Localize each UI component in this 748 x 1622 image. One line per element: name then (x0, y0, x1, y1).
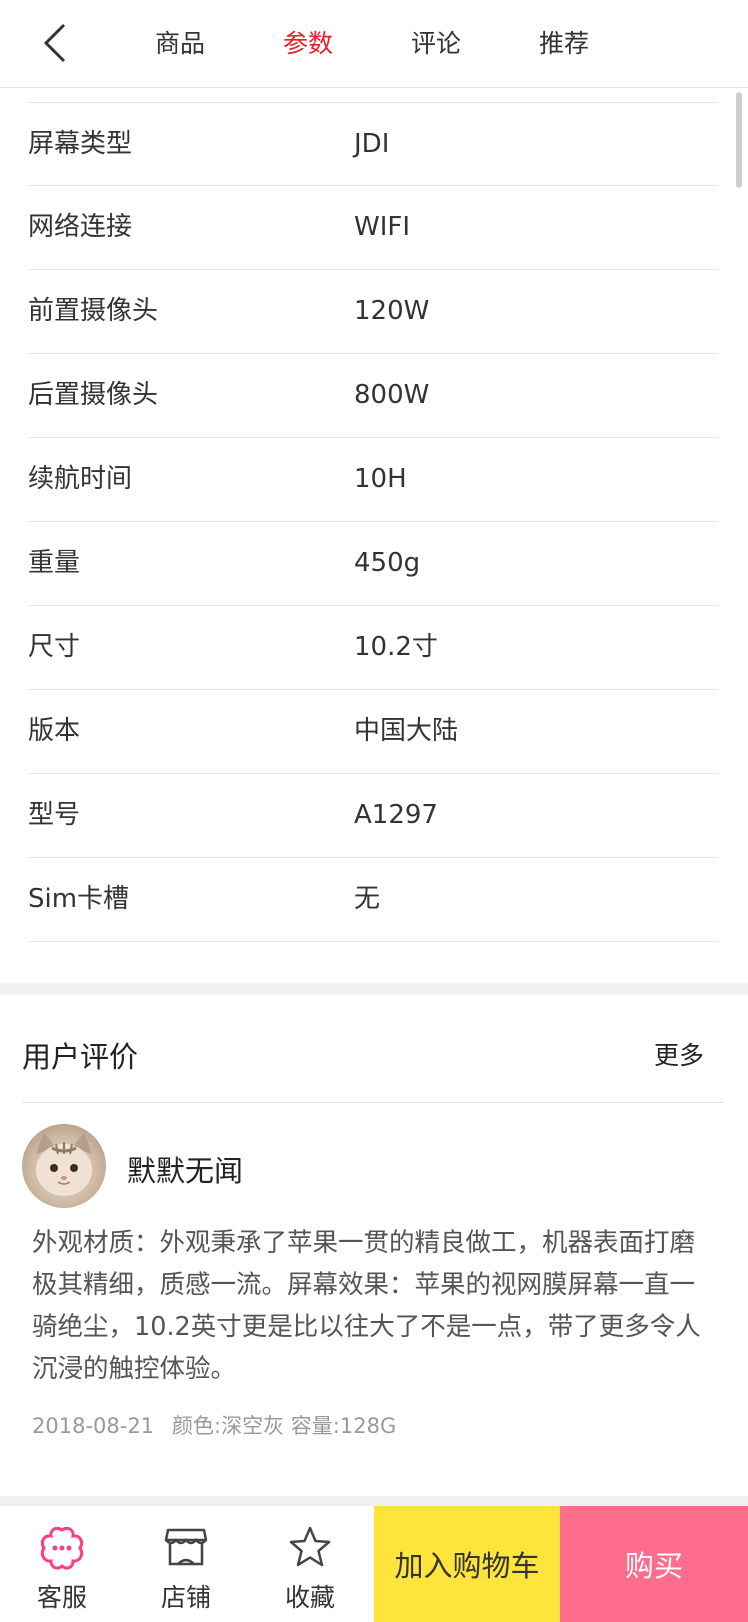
section-divider (0, 983, 748, 995)
param-key: Sim卡槽 (28, 884, 130, 914)
param-key: 网络连接 (28, 212, 133, 242)
param-key: 版本 (28, 716, 81, 746)
param-value: 800W (354, 380, 430, 410)
param-key: 屏幕类型 (28, 129, 133, 159)
shop-button[interactable]: 店铺 (124, 1506, 248, 1622)
param-row: 后置摄像头 800W (28, 354, 718, 438)
review-section-title: 用户评价 (22, 1040, 139, 1074)
param-row: 前置摄像头 120W (28, 270, 718, 354)
param-row: 尺寸 10.2寸 (28, 606, 718, 690)
param-value: 无 (354, 884, 381, 914)
param-value: 10H (354, 464, 407, 494)
param-value: 中国大陆 (354, 716, 459, 746)
cat-avatar-icon (36, 1132, 92, 1196)
avatar (22, 1124, 106, 1208)
review-spec: 颜色:深空灰 容量:128G (172, 1414, 397, 1438)
review-meta: 2018-08-21 颜色:深空灰 容量:128G (32, 1410, 414, 1440)
service-button[interactable]: 客服 (0, 1506, 124, 1622)
review-date: 2018-08-21 (32, 1414, 155, 1438)
scrollbar[interactable] (736, 92, 742, 188)
param-value: WIFI (354, 212, 410, 242)
param-row: 版本 中国大陆 (28, 690, 718, 774)
param-row: Sim卡槽 无 (28, 858, 718, 942)
favorite-label: 收藏 (284, 1583, 335, 1612)
section-divider (0, 1496, 748, 1506)
review-content: 外观材质：外观秉承了苹果一贯的精良做工，机器表面打磨极其精细，质感一流。屏幕效果… (32, 1228, 701, 1384)
param-row: 型号 A1297 (28, 774, 718, 858)
tab-comments[interactable]: 评论 (411, 0, 461, 88)
bottom-action-bar: 客服 店铺 收藏 加入购物车 购买 (0, 1506, 748, 1622)
tab-recommend[interactable]: 推荐 (539, 0, 589, 88)
tab-params[interactable]: 参数 (283, 0, 333, 88)
param-row: 屏幕类型 JDI (28, 102, 718, 186)
service-label: 客服 (36, 1583, 87, 1612)
shop-label: 店铺 (160, 1583, 211, 1612)
param-row: 网络连接 WIFI (28, 186, 718, 270)
review-divider (22, 1102, 724, 1103)
param-key: 前置摄像头 (28, 296, 159, 326)
param-key: 重量 (28, 548, 81, 578)
param-row: 续航时间 10H (28, 438, 718, 522)
tab-product[interactable]: 商品 (155, 0, 205, 88)
param-value: JDI (354, 129, 390, 159)
param-key: 续航时间 (28, 464, 133, 494)
param-value: 120W (354, 296, 430, 326)
param-value: A1297 (354, 800, 438, 830)
favorite-button[interactable]: 收藏 (248, 1506, 372, 1622)
top-nav-bar: 商品 参数 评论 推荐 (0, 0, 748, 88)
param-value: 10.2寸 (354, 632, 438, 662)
star-icon (289, 1526, 331, 1567)
more-reviews-link[interactable]: 更多 (654, 1036, 704, 1072)
tab-bar: 商品 参数 评论 推荐 (0, 0, 748, 88)
param-key: 尺寸 (28, 632, 81, 662)
buy-button[interactable]: 购买 (560, 1506, 748, 1622)
customer-service-icon (40, 1526, 84, 1570)
param-row: 重量 450g (28, 522, 718, 606)
param-key: 后置摄像头 (28, 380, 159, 410)
param-key: 型号 (28, 800, 81, 830)
review-header: 用户评价 更多 (22, 1012, 724, 1102)
param-value: 450g (354, 548, 421, 578)
params-table: 屏幕类型 JDI 网络连接 WIFI 前置摄像头 120W 后置摄像头 800W… (28, 102, 718, 942)
shop-icon (164, 1528, 208, 1566)
add-to-cart-button[interactable]: 加入购物车 (374, 1506, 560, 1622)
review-username: 默默无闻 (127, 1154, 244, 1188)
